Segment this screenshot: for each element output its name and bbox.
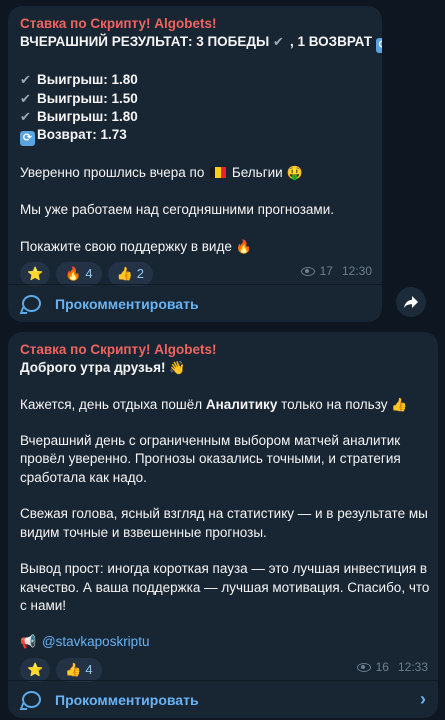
reaction-count: 4	[85, 662, 93, 678]
belgium-flag-icon	[210, 167, 227, 179]
paragraph-line: Вчерашний день с ограниченным выбором ма…	[20, 433, 401, 449]
result-label: Возврат: 1.73	[37, 127, 127, 143]
thumbs-up-icon: 👍	[65, 661, 82, 677]
post-meta: 17 12:30	[300, 264, 372, 278]
fire-icon: 🔥	[235, 238, 252, 254]
eye-icon	[356, 662, 371, 672]
comment-icon	[22, 295, 41, 312]
result-label: Выигрыш: 1.80	[37, 108, 138, 124]
paragraph: Мы уже работаем над сегодняшними прогноз…	[20, 202, 334, 218]
eye-icon	[300, 266, 315, 276]
paragraph: Уверенно прошлись вчера по Бельгии 🤑	[20, 164, 370, 182]
paragraph-line: видим точные и взвешенные прогнозы.	[20, 524, 267, 540]
waving-hand-icon: 👋	[169, 360, 186, 375]
post-body: Ставка по Скрипту! Algobets! Доброго утр…	[8, 332, 438, 682]
reaction-thumbs-up[interactable]: 👍 2	[107, 261, 154, 286]
thumbs-up-icon: 👍	[116, 265, 133, 281]
comment-icon	[22, 691, 41, 708]
channel-post-1: Ставка по Скрипту! Algobets! ВЧЕРАШНИЙ Р…	[8, 6, 382, 322]
result-label: Выигрыш: 1.80	[37, 72, 138, 88]
star-icon: ⭐	[27, 661, 44, 677]
result-row: ✔ Выигрыш: 1.80	[20, 108, 370, 126]
star-icon: ⭐	[27, 265, 44, 281]
view-count: 17	[319, 264, 333, 278]
channel-handle-link[interactable]: @stavkaposkriptu	[42, 634, 150, 649]
channel-post-2: Ставка по Скрипту! Algobets! Доброго утр…	[8, 332, 438, 718]
text: только на пользу	[277, 396, 388, 412]
reaction-count: 2	[136, 266, 145, 282]
paragraph: Покажите свою поддержку в виде 🔥	[20, 238, 370, 256]
greeting-text: Доброго утра друзья!	[20, 360, 166, 375]
chevron-right-icon: ›	[420, 689, 426, 709]
reaction-fire[interactable]: 🔥 4	[56, 261, 102, 286]
reaction-star[interactable]: ⭐	[20, 657, 51, 682]
result-label: Выигрыш: 1.50	[37, 90, 138, 106]
paragraph-line: провёл уверенно. Прогнозы оказались точн…	[20, 451, 401, 467]
fire-icon: 🔥	[65, 265, 82, 281]
paragraph-line: Свежая голова, ясный взгляд на статистик…	[20, 506, 428, 522]
post-time: 12:33	[397, 660, 428, 674]
comment-bar[interactable]: Прокомментировать ›	[8, 680, 438, 718]
text: Уверенно прошлись вчера по	[20, 165, 205, 181]
reaction-count: 4	[85, 266, 93, 282]
paragraph-line: сработала как надо.	[20, 469, 147, 485]
share-button[interactable]	[396, 287, 426, 317]
reaction-thumbs-up[interactable]: 👍 4	[56, 657, 102, 682]
paragraph-line: с нами!	[20, 597, 67, 613]
refresh-icon: ⟳	[375, 38, 382, 53]
sender-name[interactable]: Ставка по Скрипту! Algobets!	[20, 15, 370, 33]
reaction-star[interactable]: ⭐	[20, 261, 51, 286]
view-count: 16	[375, 660, 389, 674]
paragraph-line: Вывод прост: иногда короткая пауза — это…	[20, 561, 428, 577]
text: Кажется, день отдыха пошёл	[20, 396, 206, 412]
greeting: Доброго утра друзья! 👋	[20, 359, 426, 377]
thumbs-up-icon: 👍	[391, 396, 408, 412]
money-face-icon: 🤑	[286, 165, 303, 181]
result-row: ⟳ Возврат: 1.73	[20, 126, 370, 147]
checkmark-icon: ✔	[272, 34, 284, 49]
checkmark-icon: ✔	[20, 72, 31, 88]
paragraph-line: качество. А ваша поддержка — лучшая моти…	[20, 579, 430, 595]
checkmark-icon: ✔	[20, 108, 31, 124]
paragraph: Кажется, день отдыха пошёл Аналитику тол…	[20, 396, 426, 414]
share-arrow-icon	[404, 296, 418, 308]
post-meta: 16 12:33	[356, 660, 428, 674]
channel-link-row: 📢 @stavkaposkriptu	[20, 633, 426, 651]
comment-bar[interactable]: Прокомментировать	[8, 284, 382, 322]
bold-text: Аналитику	[205, 396, 278, 412]
headline-text: ВЧЕРАШНИЙ РЕЗУЛЬТАТ: 3 ПОБЕДЫ	[20, 34, 270, 49]
text: Бельгии	[231, 165, 283, 181]
checkmark-icon: ✔	[20, 90, 31, 106]
comment-label: Прокомментировать	[55, 691, 199, 708]
sender-name[interactable]: Ставка по Скрипту! Algobets!	[20, 341, 426, 359]
refresh-icon: ⟳	[20, 131, 35, 147]
result-row: ✔ Выигрыш: 1.50	[20, 90, 370, 108]
result-row: ✔ Выигрыш: 1.80	[20, 71, 370, 89]
post-body: Ставка по Скрипту! Algobets! ВЧЕРАШНИЙ Р…	[8, 6, 382, 286]
headline-text-2: , 1 ВОЗВРАТ	[289, 34, 372, 49]
megaphone-icon: 📢	[20, 634, 37, 650]
comment-label: Прокомментировать	[55, 295, 199, 312]
headline: ВЧЕРАШНИЙ РЕЗУЛЬТАТ: 3 ПОБЕДЫ ✔ , 1 ВОЗВР…	[20, 33, 382, 53]
post-time: 12:30	[341, 264, 372, 278]
text: Покажите свою поддержку в виде	[20, 238, 232, 254]
